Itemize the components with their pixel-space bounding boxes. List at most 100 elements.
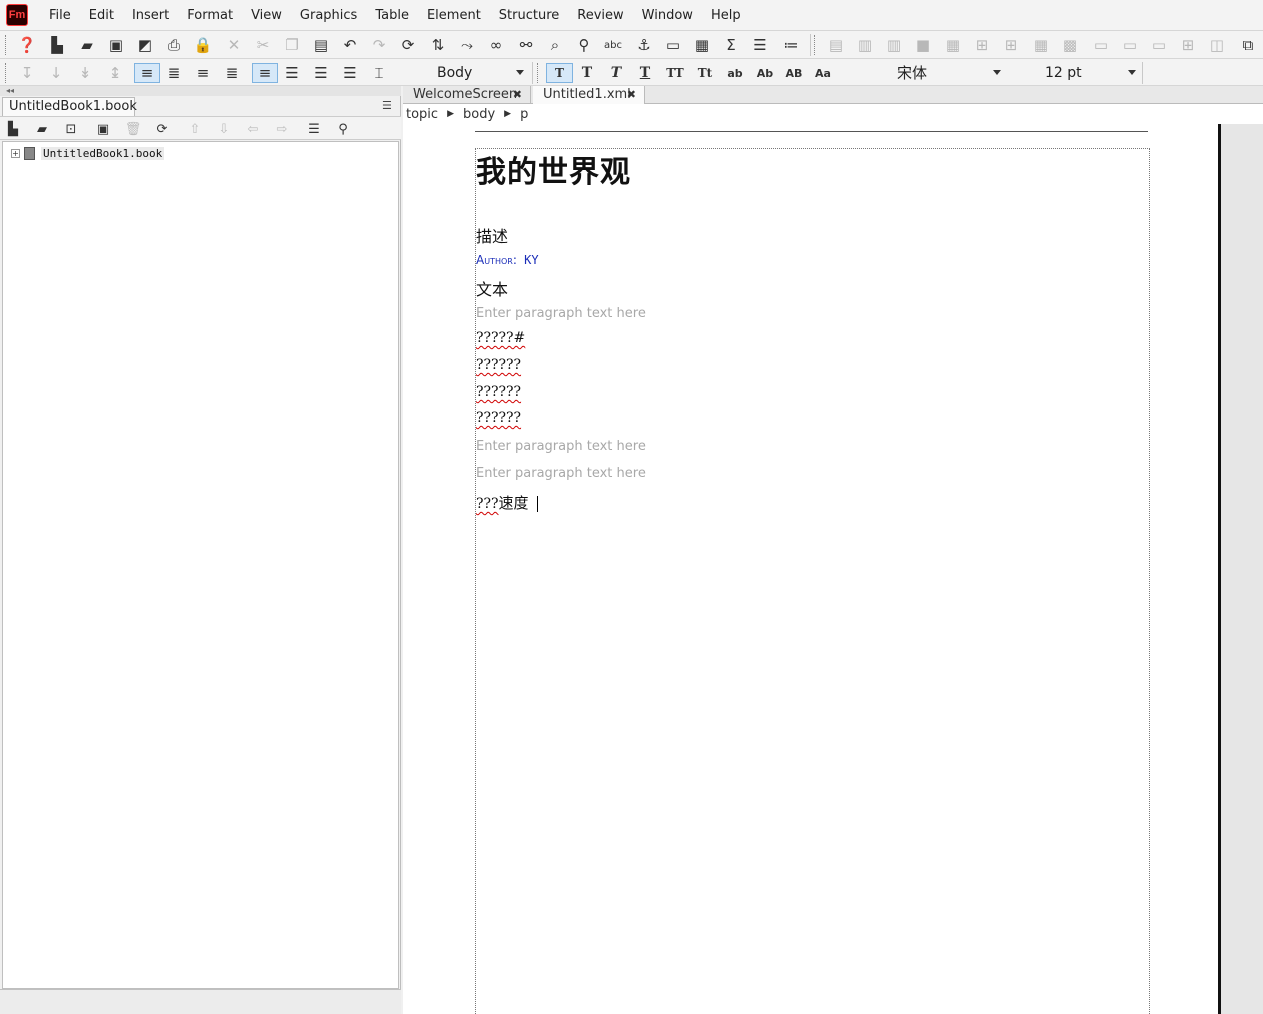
save-icon[interactable]: ▣ <box>106 35 126 55</box>
paragraph[interactable]: ?????? <box>476 410 521 426</box>
variable-icon[interactable]: ⚯ <box>516 35 536 55</box>
lowercase-button[interactable]: ab <box>724 63 746 83</box>
section-heading-description[interactable]: 描述 <box>476 223 508 247</box>
toolbar-grip-2[interactable] <box>814 35 817 55</box>
single-spacing-icon[interactable]: ≡ <box>252 63 278 83</box>
spellcheck-icon[interactable]: abc <box>603 35 623 55</box>
open-folder-icon[interactable]: ▰ <box>77 35 97 55</box>
font-family-dropdown[interactable]: 宋体 <box>880 62 1005 83</box>
delete-icon[interactable]: ✕ <box>224 35 244 55</box>
space-below-icon[interactable]: ↓ <box>46 63 66 83</box>
bullet-list-icon[interactable]: ☰ <box>750 35 770 55</box>
table-header-icon[interactable]: ▭ <box>1091 35 1111 55</box>
move-up-icon[interactable]: ⇧ <box>186 120 204 138</box>
lock-icon[interactable]: 🔒 <box>193 35 213 55</box>
save-as-icon[interactable]: ◩ <box>135 35 155 55</box>
copy-icon[interactable]: ❐ <box>282 35 302 55</box>
document-page[interactable]: 我的世界观 描述 Author: KY 文本 Enter paragraph t… <box>403 124 1221 1014</box>
toolbar-grip-4[interactable] <box>537 63 540 83</box>
hyperlink-icon[interactable]: ∞ <box>486 35 506 55</box>
table-delete-icon[interactable]: ▩ <box>1060 35 1080 55</box>
justify-icon[interactable]: ≣ <box>222 63 242 83</box>
add-folder-icon[interactable]: ▰ <box>33 120 51 138</box>
custom-spacing-icon[interactable]: ☰ <box>340 63 360 83</box>
find-icon[interactable]: ⌕ <box>545 35 565 55</box>
author-line[interactable]: Author: KY <box>476 253 539 267</box>
book-tab[interactable]: UntitledBook1.book <box>2 97 137 116</box>
initial-caps-button[interactable]: Ab <box>753 63 777 83</box>
menu-structure[interactable]: Structure <box>490 0 568 31</box>
paste-icon[interactable]: ▤ <box>311 35 331 55</box>
double-spacing-icon[interactable]: ☰ <box>311 63 331 83</box>
repeat-icon[interactable]: ⟳ <box>398 35 418 55</box>
update-book-icon[interactable]: ⟳ <box>153 120 171 138</box>
align-right-icon[interactable]: ≡ <box>193 63 213 83</box>
find-replace-icon[interactable]: ⚲ <box>574 35 594 55</box>
trash-icon[interactable]: 🗑 <box>124 120 142 138</box>
breadcrumb-topic[interactable]: topic <box>406 107 438 122</box>
move-left-icon[interactable]: ⇦ <box>244 120 262 138</box>
section-heading-text[interactable]: 文本 <box>476 276 508 300</box>
menu-graphics[interactable]: Graphics <box>291 0 366 31</box>
add-file-icon[interactable]: ▙ <box>4 120 22 138</box>
close-icon[interactable]: ✖ <box>627 86 636 104</box>
close-icon[interactable]: ✖ <box>513 86 522 104</box>
undo-icon[interactable]: ↶ <box>340 35 360 55</box>
uppercase-button[interactable]: AB <box>782 63 806 83</box>
table-col-left-icon[interactable]: ▥ <box>855 35 875 55</box>
table-properties-icon[interactable]: ⧉ <box>1238 35 1258 55</box>
line-spacing-icon[interactable]: ↨ <box>105 63 125 83</box>
paragraph-placeholder[interactable]: Enter paragraph text here <box>476 466 646 481</box>
menu-file[interactable]: File <box>40 0 80 31</box>
indent-down-icon[interactable]: ↡ <box>75 63 95 83</box>
anchor-icon[interactable]: ⚓ <box>634 35 654 55</box>
paragraph-placeholder[interactable]: Enter paragraph text here <box>476 439 646 454</box>
font-size-dropdown[interactable]: 12 pt <box>1028 62 1140 83</box>
redo-icon[interactable]: ↷ <box>369 35 389 55</box>
menu-help[interactable]: Help <box>702 0 750 31</box>
move-right-icon[interactable]: ⇨ <box>273 120 291 138</box>
panel-menu-icon[interactable]: ☰ <box>382 100 394 112</box>
search-icon[interactable]: ⚲ <box>334 120 352 138</box>
align-left-icon[interactable]: ≡ <box>134 63 160 83</box>
list-options-icon[interactable]: ☰ <box>305 120 323 138</box>
paragraph-placeholder[interactable]: Enter paragraph text here <box>476 306 646 321</box>
table-row-above-icon[interactable]: ▤ <box>826 35 846 55</box>
table-footer-icon[interactable]: ▭ <box>1149 35 1169 55</box>
equation-icon[interactable]: Σ <box>721 35 741 55</box>
table-add-col-icon[interactable]: ⊞ <box>1001 35 1021 55</box>
table-body-icon[interactable]: ▭ <box>1120 35 1140 55</box>
bold-button[interactable]: T <box>577 63 597 83</box>
subscript-button[interactable]: Tt <box>694 63 716 83</box>
footnote-icon[interactable]: ▭ <box>663 35 683 55</box>
help-icon[interactable]: ❓ <box>17 35 37 55</box>
table-split-icon[interactable]: ◫ <box>1207 35 1227 55</box>
toolbar-grip[interactable] <box>5 35 8 55</box>
tree-node-book[interactable]: + UntitledBook1.book <box>11 145 165 161</box>
paragraph[interactable]: ?????? <box>476 384 521 400</box>
small-caps-button[interactable]: Aa <box>811 63 835 83</box>
table-icon[interactable]: ▦ <box>692 35 712 55</box>
cut-icon[interactable]: ✂ <box>253 35 273 55</box>
menu-element[interactable]: Element <box>418 0 490 31</box>
menu-view[interactable]: View <box>242 0 291 31</box>
paragraph[interactable]: ?????# <box>476 330 525 346</box>
print-icon[interactable]: ⎙ <box>164 35 184 55</box>
cross-ref-icon[interactable]: ⤳ <box>457 35 477 55</box>
table-straddle-icon[interactable]: ▦ <box>943 35 963 55</box>
save-book-icon[interactable]: ▣ <box>94 120 112 138</box>
menu-insert[interactable]: Insert <box>123 0 178 31</box>
move-down-icon[interactable]: ⇩ <box>215 120 233 138</box>
paragraph-spacing-icon[interactable]: ⌶ <box>369 63 389 83</box>
plain-text-button[interactable]: T <box>546 63 573 83</box>
toolbar-grip-3[interactable] <box>5 63 8 83</box>
menu-format[interactable]: Format <box>178 0 242 31</box>
menu-edit[interactable]: Edit <box>80 0 123 31</box>
new-document-icon[interactable]: ▙ <box>47 35 67 55</box>
superscript-button[interactable]: TT <box>664 63 686 83</box>
space-above-icon[interactable]: ↧ <box>17 63 37 83</box>
table-unstraddle-icon[interactable]: ⊞ <box>972 35 992 55</box>
paragraph[interactable]: ?????? <box>476 357 521 373</box>
paragraph-style-dropdown[interactable]: Body <box>396 62 528 83</box>
expand-icon[interactable]: + <box>11 148 20 158</box>
